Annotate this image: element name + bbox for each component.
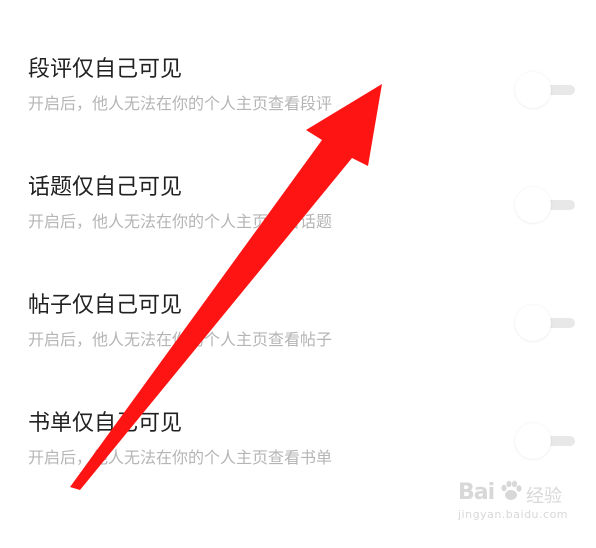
setting-title: 话题仅自己可见 <box>28 175 183 200</box>
toggle-thumb <box>515 423 551 459</box>
toggle-thumb <box>515 305 551 341</box>
toggle-switch-posts[interactable] <box>515 305 575 341</box>
watermark-url: jingyan.baidu.com <box>458 508 569 521</box>
setting-row-topics: 话题仅自己可见 开启后，他人无法在你的个人主页查看话题 <box>0 173 596 263</box>
setting-title: 书单仅自己可见 <box>28 411 183 436</box>
watermark-suffix-text: 经验 <box>526 486 562 507</box>
setting-description: 开启后，他人无法在你的个人主页查看话题 <box>28 212 333 231</box>
toggle-thumb <box>515 72 551 108</box>
setting-description: 开启后，他人无法在你的个人主页查看书单 <box>28 448 333 467</box>
toggle-switch-topics[interactable] <box>515 187 575 223</box>
setting-title: 段评仅自己可见 <box>28 57 183 82</box>
toggle-switch-paragraph-comments[interactable] <box>515 72 575 108</box>
setting-row-paragraph-comments: 段评仅自己可见 开启后，他人无法在你的个人主页查看段评 <box>0 55 596 145</box>
paw-icon <box>501 480 522 500</box>
setting-description: 开启后，他人无法在你的个人主页查看帖子 <box>28 330 333 349</box>
watermark-logo-text: Bai <box>458 480 495 505</box>
baidu-jingyan-watermark: Bai 经验 jingyan.baidu.com <box>458 478 568 528</box>
toggle-switch-booklists[interactable] <box>515 423 575 459</box>
toggle-thumb <box>515 187 551 223</box>
setting-row-posts: 帖子仅自己可见 开启后，他人无法在你的个人主页查看帖子 <box>0 291 596 381</box>
setting-title: 帖子仅自己可见 <box>28 293 183 318</box>
setting-description: 开启后，他人无法在你的个人主页查看段评 <box>28 94 333 113</box>
